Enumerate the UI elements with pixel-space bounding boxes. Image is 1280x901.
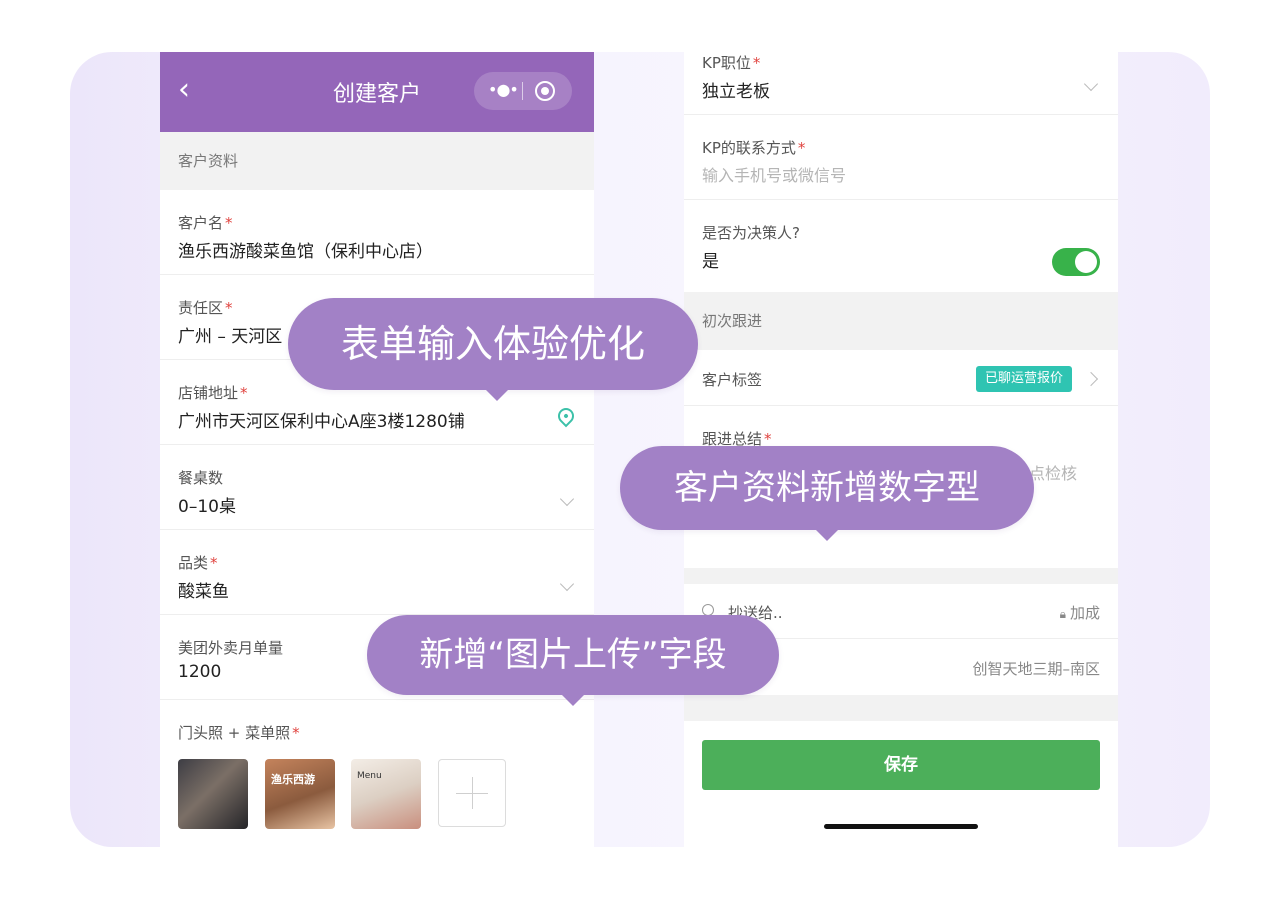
kp-position-field[interactable]: KP职位 * 独立老板 [684, 52, 1118, 115]
customer-name-input[interactable]: 渔乐西游酸菜鱼馆（保利中心店） [178, 237, 433, 262]
field-label: KP的联系方式 * [702, 139, 806, 157]
add-photo-button[interactable] [438, 759, 506, 827]
callout-form-optimization: 表单输入体验优化 [288, 298, 698, 401]
create-customer-screen: ‹ 创建客户 •●• 客户资料 客户名 * 渔乐西游酸菜鱼馆（保利中心店） 责任区… [160, 52, 594, 847]
field-label: 店铺地址 * [178, 384, 248, 402]
kp-contact-input[interactable]: 输入手机号或微信号 [702, 162, 846, 186]
decision-maker-field: 是否为决策人? 是 [684, 200, 1118, 285]
kp-contact-field[interactable]: KP的联系方式 * 输入手机号或微信号 [684, 115, 1118, 200]
field-label: 门头照 + 菜单照 * [178, 724, 300, 742]
nav-bar: ‹ 创建客户 •●• [160, 52, 594, 132]
field-label: 美团外卖月单量 [178, 639, 284, 657]
callout-image-upload: 新增“图片上传”字段 [367, 615, 779, 706]
field-label: 餐桌数 [178, 469, 224, 487]
monthly-orders-input[interactable]: 1200 [178, 662, 221, 682]
field-label: KP职位 * [702, 54, 761, 72]
customer-name-field[interactable]: 客户名 * 渔乐西游酸菜鱼馆（保利中心店） [160, 190, 594, 275]
location-value: 创智天地三期–南区 [972, 660, 1100, 678]
divider-band [684, 568, 1118, 584]
chevron-down-icon [559, 491, 575, 507]
restaurant-photo-thumb[interactable]: 渔乐西游 [265, 759, 335, 829]
store-address-input[interactable]: 广州市天河区保利中心A座3楼1280铺 [178, 407, 465, 432]
decision-maker-value: 是 [702, 252, 719, 272]
table-count-select[interactable]: 0–10桌 [178, 492, 236, 517]
miniprogram-capsule: •●• [474, 72, 572, 110]
responsibility-area-value[interactable]: 广州 – 天河区 [178, 322, 282, 347]
field-label: 是否为决策人? [702, 224, 800, 242]
lock-icon: 🔒︎ [1059, 607, 1066, 621]
showcase-frame: ‹ 创建客户 •●• 客户资料 客户名 * 渔乐西游酸菜鱼馆（保利中心店） 责任区… [70, 52, 1210, 847]
thumb-caption: Menu [357, 771, 382, 781]
section-customer-info: 客户资料 [160, 132, 594, 190]
field-label: 责任区 * [178, 299, 233, 317]
cc-add-text[interactable]: 🔒︎ 加成 [1060, 602, 1100, 623]
close-icon[interactable] [535, 81, 555, 101]
divider-band [684, 695, 1118, 721]
callout-numeric-fields: 客户资料新增数字型 [620, 446, 1034, 541]
field-label: 品类 * [178, 554, 218, 572]
field-label: 客户名 * [178, 214, 233, 232]
category-field[interactable]: 品类 * 酸菜鱼 [160, 530, 594, 615]
thumb-caption: 渔乐西游 [271, 773, 315, 786]
decision-maker-toggle[interactable] [1052, 248, 1100, 276]
location-pin-icon[interactable] [554, 404, 578, 428]
customer-tag-chip[interactable]: 已聊运营报价 [976, 366, 1073, 392]
field-label: 客户标签 [702, 371, 763, 389]
storefront-photo-thumb[interactable] [178, 759, 248, 829]
chevron-down-icon [1083, 76, 1099, 92]
chevron-down-icon [559, 576, 575, 592]
follow-summary-input[interactable]: 点检核 [1029, 460, 1077, 484]
category-select[interactable]: 酸菜鱼 [178, 577, 229, 602]
chevron-right-icon [1083, 371, 1099, 387]
menu-photo-thumb[interactable]: Menu [351, 759, 421, 829]
table-count-field[interactable]: 餐桌数 0–10桌 [160, 445, 594, 530]
home-indicator [824, 824, 978, 829]
capsule-divider [522, 82, 523, 100]
more-icon[interactable]: •●• [488, 80, 519, 99]
save-button[interactable]: 保存 [702, 740, 1100, 790]
kp-position-select[interactable]: 独立老板 [702, 77, 770, 102]
